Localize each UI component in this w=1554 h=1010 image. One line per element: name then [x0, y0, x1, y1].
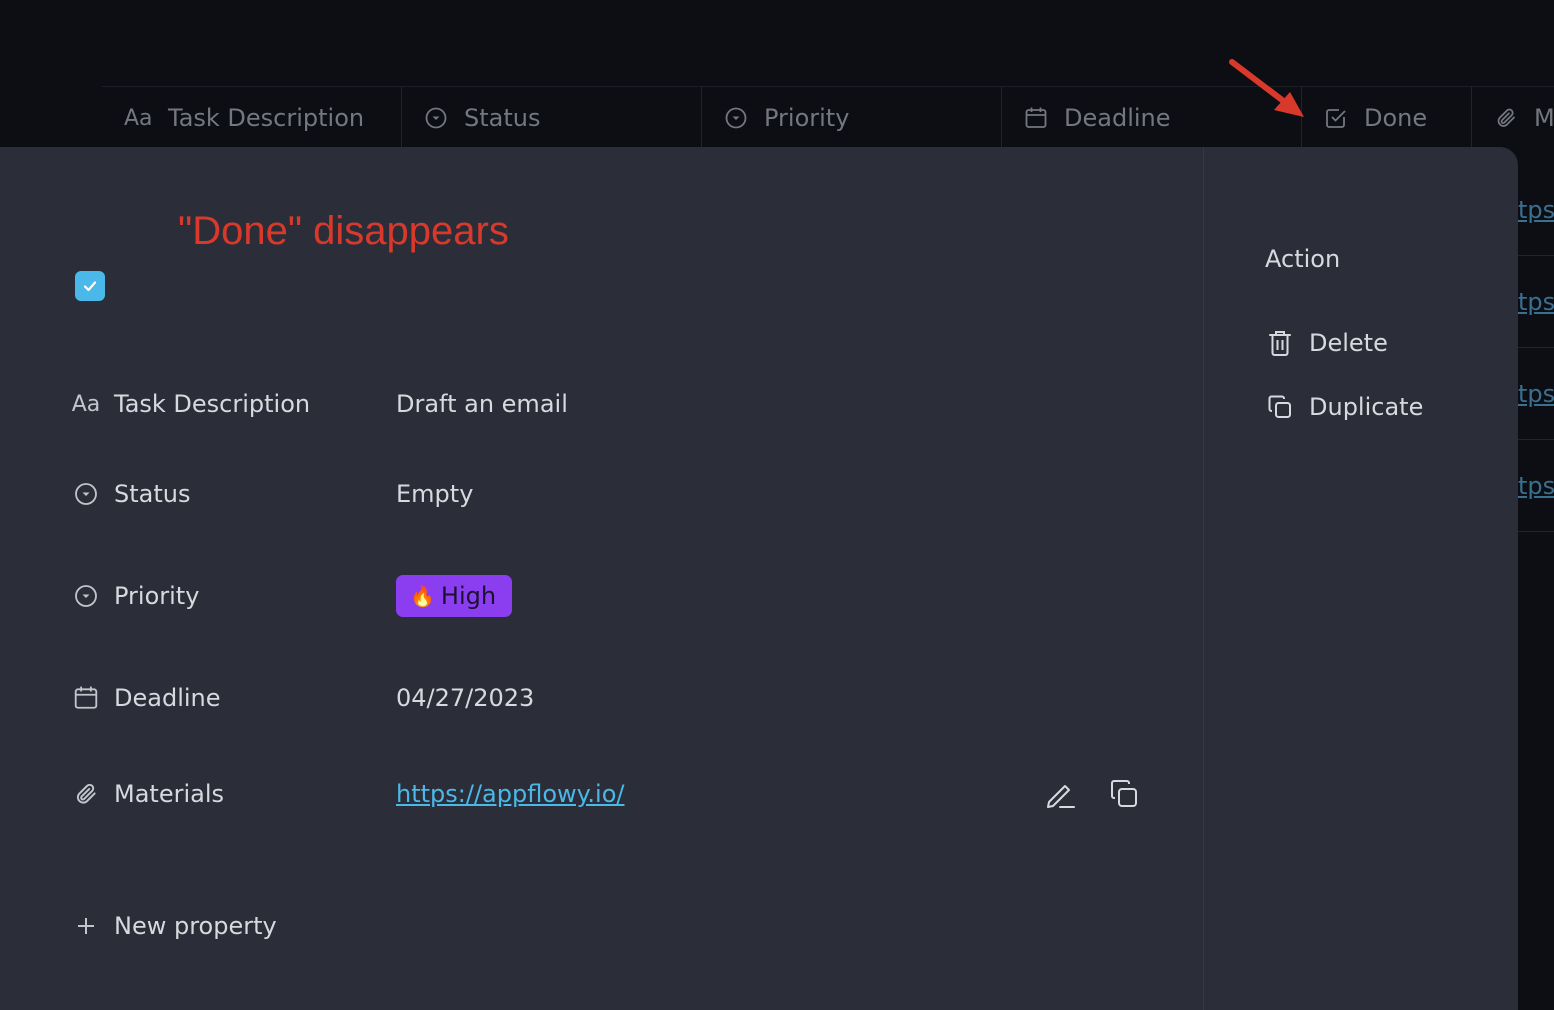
property-label-text: Materials [114, 780, 225, 808]
link-fragment[interactable]: tps [1518, 472, 1554, 500]
priority-value[interactable]: 🔥 High [396, 575, 513, 617]
fire-icon: 🔥 [410, 584, 435, 608]
select-icon [70, 580, 102, 612]
grid-column-label: Status [464, 104, 541, 132]
property-label[interactable]: Priority [70, 580, 396, 612]
grid-column-label: Priority [764, 104, 850, 132]
grid-column-materials[interactable]: M [1472, 87, 1554, 149]
property-label[interactable]: Materials [70, 778, 396, 810]
annotation-text: "Done" disappears [178, 209, 509, 253]
text-aa-icon: Aa [124, 105, 153, 131]
link-fragment[interactable]: tps [1518, 196, 1554, 224]
copy-url-button[interactable] [1106, 776, 1142, 812]
trash-icon [1265, 328, 1295, 358]
row-detail-modal: "Done" disappears Aa Task Description Dr… [0, 147, 1518, 1010]
deadline-value[interactable]: 04/27/2023 [396, 684, 534, 712]
property-label[interactable]: Status [70, 478, 396, 510]
plus-icon [70, 910, 102, 942]
property-row-task-description: Aa Task Description Draft an email [70, 379, 1160, 429]
duplicate-row-button[interactable]: Duplicate [1265, 387, 1423, 427]
duplicate-label: Duplicate [1309, 393, 1424, 421]
property-label-text: Task Description [114, 390, 311, 418]
grid-link-cell[interactable]: tps [1518, 440, 1554, 532]
grid-column-label: Deadline [1064, 104, 1171, 132]
property-label-text: Status [114, 480, 191, 508]
grid-column-status[interactable]: Status [402, 87, 702, 149]
materials-link[interactable]: https://appflowy.io/ [396, 780, 624, 808]
status-value[interactable]: Empty [396, 480, 473, 508]
grid-link-cell[interactable]: tps [1518, 256, 1554, 348]
grid-header: Aa Task Description Status Priority Dead… [102, 86, 1554, 149]
edit-url-button[interactable] [1042, 776, 1078, 812]
property-label[interactable]: Aa Task Description [70, 388, 396, 420]
row-detail-main: "Done" disappears Aa Task Description Dr… [0, 147, 1204, 1010]
property-row-deadline: Deadline 04/27/2023 [70, 673, 1160, 723]
annotation-arrow-icon [1229, 59, 1304, 117]
paperclip-icon [70, 778, 102, 810]
duplicate-icon [1265, 392, 1295, 422]
materials-cell-actions [1042, 769, 1142, 819]
copy-icon [1111, 780, 1137, 807]
property-label[interactable]: Deadline [70, 682, 396, 714]
grid-column-label: Done [1364, 104, 1428, 132]
new-property-button[interactable]: New property [70, 901, 277, 951]
text-aa-icon: Aa [71, 391, 101, 417]
grid-link-cells: tps tps tps tps [1518, 164, 1554, 532]
task-description-value[interactable]: Draft an email [396, 390, 568, 418]
priority-tag-label: High [440, 582, 497, 610]
property-label-text: Priority [114, 582, 200, 610]
select-icon [724, 106, 748, 130]
grid-column-label: M [1534, 104, 1554, 132]
delete-row-button[interactable]: Delete [1265, 323, 1388, 363]
paperclip-icon [1494, 106, 1518, 130]
delete-label: Delete [1309, 329, 1388, 357]
property-row-materials: Materials https://appflowy.io/ [70, 769, 1160, 819]
select-icon [70, 478, 102, 510]
grid-column-task-description[interactable]: Aa Task Description [102, 87, 402, 149]
link-fragment[interactable]: tps [1518, 380, 1554, 408]
property-row-priority: Priority 🔥 High [70, 571, 1160, 621]
action-sidebar: Action Delete Duplicate [1205, 147, 1518, 1010]
action-title: Action [1265, 245, 1341, 273]
calendar-icon [1024, 106, 1048, 130]
grid-column-label: Task Description [168, 104, 365, 132]
grid-link-cell[interactable]: tps [1518, 164, 1554, 256]
pencil-icon [1047, 785, 1075, 808]
checkbox-icon [1324, 106, 1348, 130]
new-property-label: New property [114, 912, 277, 940]
property-label-text: Deadline [114, 684, 221, 712]
done-checkbox[interactable] [75, 271, 105, 301]
grid-link-cell[interactable]: tps [1518, 348, 1554, 440]
link-fragment[interactable]: tps [1518, 288, 1554, 316]
priority-tag[interactable]: 🔥 High [396, 575, 513, 617]
check-icon [83, 281, 97, 292]
grid-column-done[interactable]: Done [1302, 87, 1472, 149]
grid-column-priority[interactable]: Priority [702, 87, 1002, 149]
property-row-status: Status Empty [70, 469, 1160, 519]
select-icon [424, 106, 448, 130]
calendar-icon [70, 682, 102, 714]
